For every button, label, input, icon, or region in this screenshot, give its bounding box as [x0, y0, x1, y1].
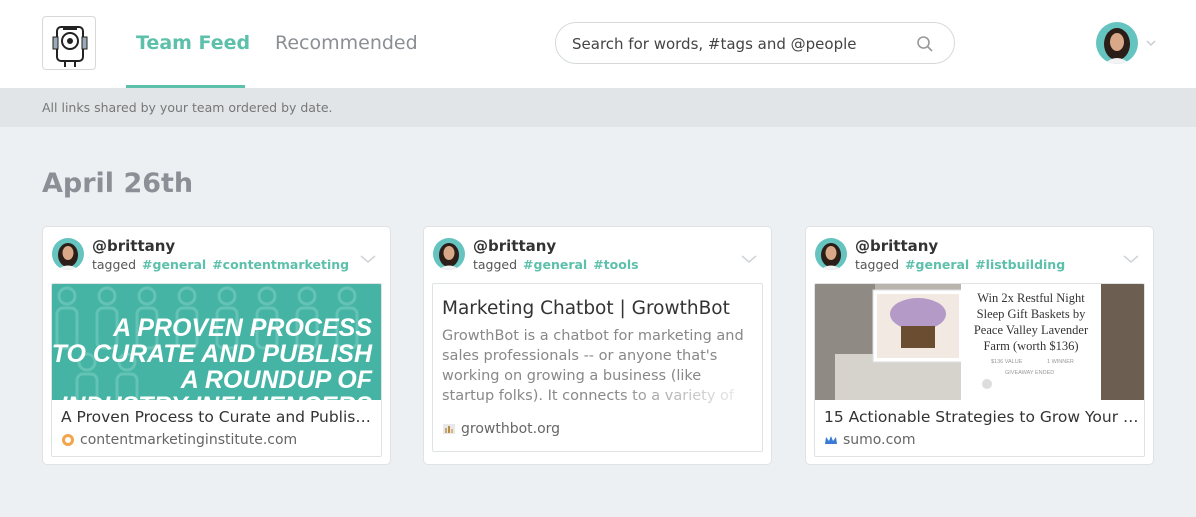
banner-text-line: A PROVEN PROCESS [112, 314, 372, 342]
site-favicon-icon [443, 424, 455, 434]
site-favicon-icon [62, 434, 74, 446]
app-logo[interactable] [42, 16, 96, 70]
avatar-photo-icon [815, 238, 847, 270]
link-preview[interactable]: Marketing Chatbot | GrowthBot GrowthBot … [432, 283, 763, 452]
preview-image: A PROVEN PROCESS TO CURATE AND PUBLISH A… [52, 284, 381, 400]
preview-title[interactable]: 15 Actionable Strategies to Grow Your Em… [824, 408, 1142, 426]
avatar[interactable] [433, 238, 465, 270]
banner-small-text: $136 VALUE [991, 359, 1023, 365]
preview-domain: sumo.com [843, 432, 916, 448]
banner-text-line: Sleep Gift Baskets by [977, 307, 1086, 321]
tag-link[interactable]: #general [905, 257, 969, 272]
tag-line: tagged #general #tools [473, 257, 639, 272]
link-card: @brittany tagged #general #tools Marketi… [423, 226, 772, 465]
tag-link[interactable]: #listbuilding [975, 257, 1065, 272]
banner-text-line: Peace Valley Lavender [974, 323, 1089, 337]
search-box [555, 22, 955, 64]
date-heading: April 26th [42, 168, 194, 199]
preview-title[interactable]: Marketing Chatbot | GrowthBot [442, 298, 730, 319]
search-input[interactable] [572, 33, 902, 55]
banner-small-text: 1 WINNER [1047, 359, 1074, 365]
text-fade [613, 384, 762, 408]
link-card: @brittany tagged #general #contentmarket… [42, 226, 391, 465]
preview-domain: contentmarketinginstitute.com [80, 432, 298, 448]
tag-line: tagged #general #listbuilding [855, 257, 1065, 272]
banner-small-text: GIVEAWAY ENDED [1005, 370, 1054, 376]
owl-logo-icon [52, 26, 88, 67]
username[interactable]: @brittany [473, 237, 556, 255]
tag-link[interactable]: #contentmarketing [212, 257, 349, 272]
banner-text-line: Win 2x Restful Night [977, 291, 1085, 305]
chevron-down-icon[interactable] [1145, 37, 1157, 49]
preview-image: Win 2x Restful Night Sleep Gift Baskets … [815, 284, 1144, 400]
user-avatar[interactable] [1096, 22, 1138, 64]
link-preview[interactable]: Win 2x Restful Night Sleep Gift Baskets … [814, 283, 1145, 457]
preview-title[interactable]: A Proven Process to Curate and Publish a… [61, 408, 379, 426]
avatar-photo-icon [1096, 22, 1138, 64]
avatar-photo-icon [52, 238, 84, 270]
crown-favicon-icon [825, 436, 837, 444]
feed-description-bar: All links shared by your team ordered by… [0, 88, 1196, 127]
tag-link[interactable]: #general [142, 257, 206, 272]
tagged-label: tagged [855, 257, 900, 272]
banner-text-line: INDUSTRY INFLUENCERS [60, 392, 372, 400]
tagged-label: tagged [473, 257, 518, 272]
banner-text-line: TO CURATE AND PUBLISH [52, 340, 373, 368]
search-icon[interactable] [916, 35, 934, 53]
chevron-down-icon[interactable] [1123, 254, 1139, 264]
avatar-photo-icon [433, 238, 465, 270]
article-banner-image: A PROVEN PROCESS TO CURATE AND PUBLISH A… [52, 284, 381, 400]
username[interactable]: @brittany [92, 237, 175, 255]
tag-line: tagged #general #contentmarketing [92, 257, 349, 272]
avatar[interactable] [815, 238, 847, 270]
top-header: Team Feed Recommended [0, 0, 1196, 88]
tab-team-feed[interactable]: Team Feed [136, 32, 250, 54]
feed-description: All links shared by your team ordered by… [42, 100, 333, 115]
tagged-label: tagged [92, 257, 137, 272]
chevron-down-icon[interactable] [360, 254, 376, 264]
chevron-down-icon[interactable] [741, 254, 757, 264]
link-preview[interactable]: A PROVEN PROCESS TO CURATE AND PUBLISH A… [51, 283, 382, 457]
tag-link[interactable]: #tools [593, 257, 638, 272]
banner-text-line: A ROUNDUP OF [180, 366, 373, 394]
tag-link[interactable]: #general [523, 257, 587, 272]
banner-text-line: Farm (worth $136) [983, 339, 1078, 353]
username[interactable]: @brittany [855, 237, 938, 255]
preview-domain: growthbot.org [461, 421, 561, 437]
giveaway-banner-image: Win 2x Restful Night Sleep Gift Baskets … [815, 284, 1144, 400]
tab-recommended[interactable]: Recommended [275, 32, 418, 54]
avatar[interactable] [52, 238, 84, 270]
link-card: @brittany tagged #general #listbuilding … [805, 226, 1154, 465]
